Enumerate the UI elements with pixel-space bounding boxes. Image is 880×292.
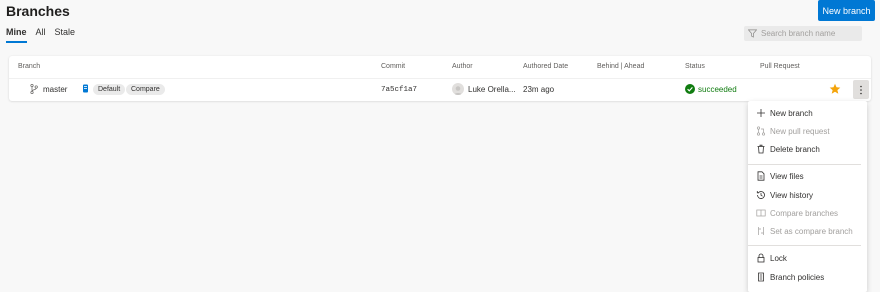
menu-item-label: Branch policies <box>770 273 825 282</box>
table-row[interactable]: master Default Compare 7a5cf1a7 Luke Ore… <box>9 78 871 100</box>
policy-icon <box>758 272 764 282</box>
menu-item-lock[interactable]: Lock <box>748 250 867 267</box>
menu-item-label: Set as compare branch <box>770 227 853 236</box>
new-branch-button[interactable]: New branch <box>818 0 875 21</box>
plus-icon <box>757 109 765 117</box>
pull-request-icon <box>756 126 766 136</box>
tab-mine[interactable]: Mine <box>6 27 27 43</box>
column-header-status[interactable]: Status <box>685 63 705 70</box>
column-header-commit[interactable]: Commit <box>381 63 405 70</box>
page-title: Branches <box>6 3 70 19</box>
menu-item-view-files[interactable]: View files <box>748 168 867 185</box>
menu-item-set-as-compare-branch[interactable]: Set as compare branch <box>748 223 867 240</box>
search-placeholder: Search branch name <box>761 29 836 38</box>
file-icon <box>757 171 765 181</box>
menu-item-label: View history <box>770 191 813 200</box>
menu-item-new-pull-request[interactable]: New pull request <box>748 123 867 140</box>
default-branch-icon <box>83 84 88 93</box>
menu-item-new-branch[interactable]: New branch <box>748 105 867 122</box>
menu-item-label: Lock <box>770 254 787 263</box>
compare-badge: Compare <box>126 84 165 95</box>
trash-icon <box>757 144 765 154</box>
menu-item-branch-policies[interactable]: Branch policies <box>748 269 867 286</box>
menu-item-label: New pull request <box>770 127 830 136</box>
menu-item-view-history[interactable]: View history <box>748 187 867 204</box>
person-icon <box>453 86 463 95</box>
star-icon[interactable] <box>829 83 841 95</box>
menu-divider <box>748 164 861 165</box>
tab-all[interactable]: All <box>36 27 46 43</box>
branch-icon <box>30 84 38 94</box>
more-actions-button[interactable] <box>853 80 869 99</box>
column-header-branch[interactable]: Branch <box>18 63 40 70</box>
column-header-authored-date[interactable]: Authored Date <box>523 63 568 70</box>
menu-item-label: New branch <box>770 109 813 118</box>
lock-icon <box>757 253 765 263</box>
default-badge: Default <box>93 84 126 95</box>
menu-item-delete-branch[interactable]: Delete branch <box>748 141 867 158</box>
more-vertical-icon <box>860 85 862 94</box>
filter-icon <box>748 29 757 38</box>
menu-item-label: View files <box>770 172 804 181</box>
history-icon <box>756 191 765 199</box>
menu-item-label: Delete branch <box>770 145 820 154</box>
branch-context-menu: New branch New pull request Delete branc… <box>748 101 867 292</box>
success-check-icon <box>685 84 695 94</box>
tab-stale[interactable]: Stale <box>55 27 76 43</box>
status-link[interactable]: succeeded <box>698 85 737 94</box>
column-header-author[interactable]: Author <box>452 63 473 70</box>
menu-item-compare-branches[interactable]: Compare branches <box>748 205 867 222</box>
compare-icon <box>756 209 766 217</box>
search-input[interactable]: Search branch name <box>744 26 862 41</box>
branch-tabs: Mine All Stale <box>6 27 75 43</box>
avatar <box>452 83 464 95</box>
column-header-pull-request[interactable]: Pull Request <box>760 63 800 70</box>
set-compare-icon <box>758 227 764 235</box>
branch-name-link[interactable]: master <box>43 85 67 94</box>
menu-item-label: Compare branches <box>770 209 839 218</box>
menu-divider <box>748 245 861 246</box>
commit-link[interactable]: 7a5cf1a7 <box>381 86 417 94</box>
column-header-behind-ahead[interactable]: Behind | Ahead <box>597 63 644 70</box>
branches-table: Branch Commit Author Authored Date Behin… <box>9 56 871 101</box>
authored-date: 23m ago <box>523 85 555 94</box>
author-name: Luke Orella... <box>468 85 516 94</box>
